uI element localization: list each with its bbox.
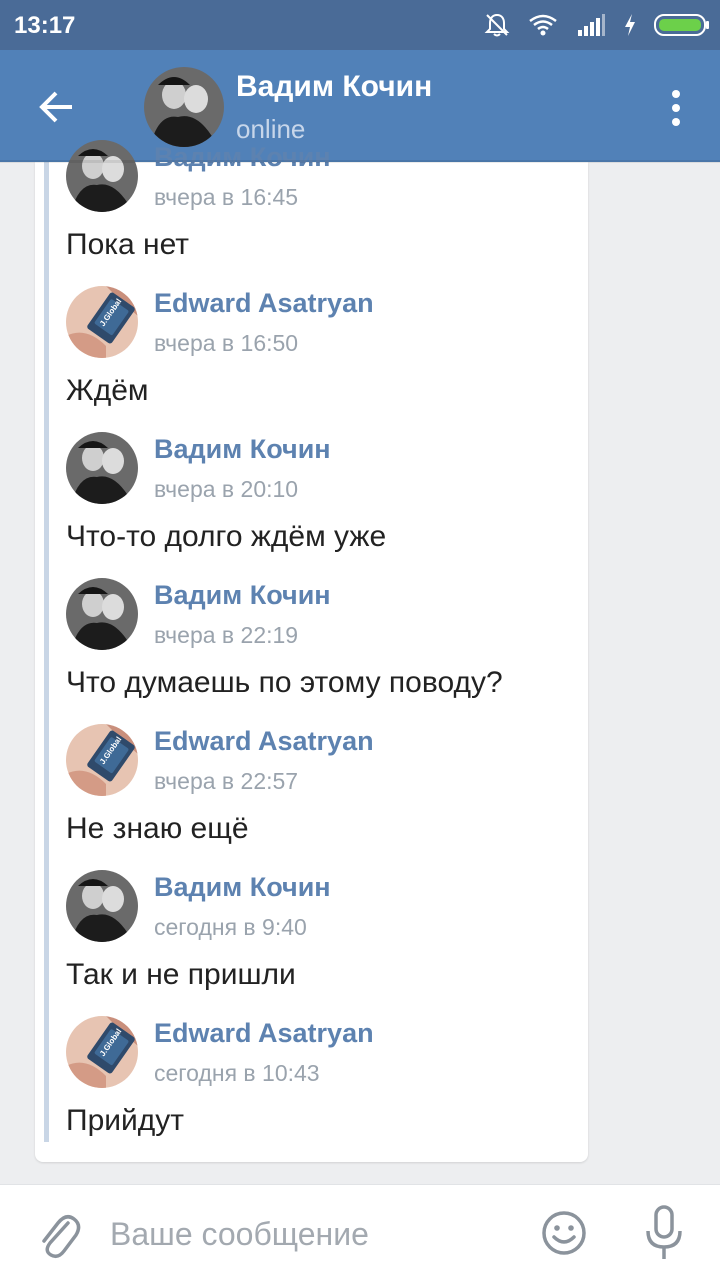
battery-icon [654, 14, 709, 36]
microphone-icon[interactable] [642, 1203, 686, 1263]
author-name[interactable]: Edward Asatryan [154, 288, 374, 319]
avatar-vadim[interactable] [66, 578, 138, 650]
author-name[interactable]: Вадим Кочин [154, 580, 331, 611]
message-text: Так и не пришли [66, 958, 296, 991]
contact-avatar[interactable] [144, 67, 224, 147]
message-text: Что-то долго ждём уже [66, 520, 387, 553]
message-time: вчера в 16:50 [154, 330, 299, 356]
forward-quote-bar [44, 162, 49, 1142]
message-time: вчера в 20:10 [154, 476, 299, 502]
wifi-icon [529, 14, 557, 36]
avatar-vadim[interactable] [66, 870, 138, 942]
more-vertical-icon[interactable] [660, 86, 692, 130]
avatar-vadim[interactable] [66, 432, 138, 504]
forwarded-message[interactable]: Вадим Кочин вчера в 22:19 Что думаешь по… [66, 578, 586, 724]
status-time: 13:17 [14, 12, 76, 39]
author-name[interactable]: Edward Asatryan [154, 1018, 374, 1049]
message-time: сегодня в 9:40 [154, 914, 307, 940]
charging-icon [625, 14, 635, 36]
message-composer [0, 1184, 720, 1281]
forwarded-message[interactable]: Вадим Кочин сегодня в 9:40 Так и не приш… [66, 870, 586, 1016]
arrow-left-icon[interactable] [34, 84, 80, 130]
message-text: Прийдут [66, 1104, 185, 1137]
status-bar: 13:17 [0, 0, 720, 50]
forwarded-message[interactable]: J.Global Edward Asatryan вчера в 16:50 Ж… [66, 286, 586, 432]
avatar-edward[interactable]: J.Global [66, 1016, 138, 1088]
avatar-vadim[interactable] [66, 140, 138, 212]
message-time: вчера в 22:19 [154, 622, 299, 648]
message-text: Не знаю ещё [66, 812, 249, 845]
author-name[interactable]: Вадим Кочин [154, 872, 331, 903]
author-name[interactable]: Вадим Кочин [154, 434, 331, 465]
smiley-icon[interactable] [540, 1209, 588, 1257]
signal-icon [578, 14, 605, 36]
message-time: вчера в 16:45 [154, 184, 299, 210]
message-time: вчера в 22:57 [154, 768, 299, 794]
avatar-edward[interactable]: J.Global [66, 724, 138, 796]
author-name[interactable]: Вадим Кочин [154, 142, 331, 173]
mute-bell-icon [484, 13, 510, 37]
status-icons [484, 12, 710, 38]
forwarded-message[interactable]: J.Global Edward Asatryan сегодня в 10:43… [66, 1016, 586, 1162]
message-input[interactable] [108, 1203, 512, 1265]
header-shadow [0, 160, 720, 163]
author-name[interactable]: Edward Asatryan [154, 726, 374, 757]
paperclip-icon[interactable] [34, 1207, 82, 1261]
avatar-edward[interactable]: J.Global [66, 286, 138, 358]
message-time: сегодня в 10:43 [154, 1060, 320, 1086]
contact-name[interactable]: Вадим Кочин [236, 70, 432, 104]
message-text: Что думаешь по этому поводу? [66, 666, 503, 699]
message-text: Ждём [66, 374, 149, 407]
forwarded-message[interactable]: Вадим Кочин вчера в 20:10 Что-то долго ж… [66, 432, 586, 578]
forwarded-message[interactable]: J.Global Edward Asatryan вчера в 22:57 Н… [66, 724, 586, 870]
message-text: Пока нет [66, 228, 190, 261]
